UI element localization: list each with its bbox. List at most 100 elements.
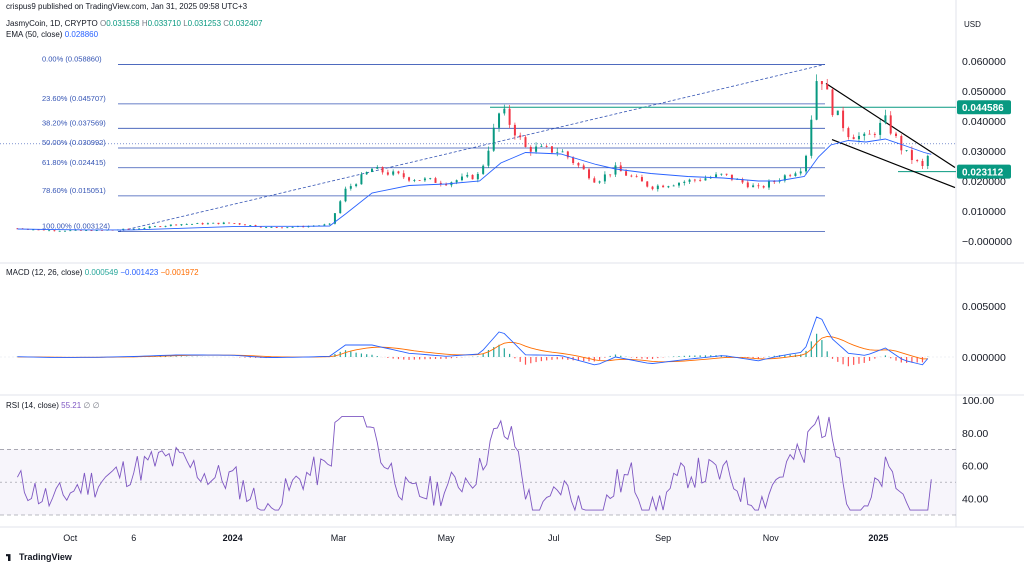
time-tick-label: Mar [331, 533, 347, 543]
price-tick-label: 0.060000 [962, 56, 1006, 68]
candle-body [63, 230, 66, 232]
candle-body [503, 108, 506, 114]
macd-histogram-bar [429, 357, 431, 360]
time-tick-label: Jul [548, 533, 560, 543]
candle-body [48, 230, 51, 232]
fibonacci-retracement: 0.00% (0.058860) 23.60% (0.045707) 38.20% … [0, 54, 956, 233]
macd-legend[interactable]: MACD (12, 26, close) 0.000549 −0.001423 … [6, 268, 199, 277]
candle-body [852, 137, 855, 140]
ema-series-line [17, 138, 932, 231]
macd-histogram-bar [646, 357, 648, 360]
candle-body [831, 89, 834, 116]
candle-body [524, 137, 527, 147]
fib-level-label: 38.20% (0.037569) [42, 118, 106, 127]
chart-canvas: 0.00% (0.058860) 23.60% (0.045707) 38.20% … [0, 0, 1024, 543]
fib-level-label: 78.60% (0.015051) [42, 186, 106, 195]
macd-histogram-bar [371, 354, 373, 357]
macd-histogram-bar [424, 357, 426, 360]
candle-body [455, 180, 458, 183]
macd-histogram-bar [164, 356, 167, 357]
candle-body [762, 186, 765, 188]
candle-body [556, 152, 559, 153]
candle-body [169, 224, 172, 226]
macd-signal-value: −0.001972 [160, 268, 199, 277]
price-tick-label: −0.000000 [962, 236, 1012, 248]
macd-histogram-bar [905, 357, 908, 363]
candle-body [794, 173, 797, 176]
candle-body [656, 185, 659, 190]
rsi-tick-label: 80.00 [962, 428, 988, 440]
candle-body [598, 181, 601, 183]
macd-histogram-bar [540, 357, 542, 362]
candle-body [434, 178, 437, 183]
rsi-extra: ∅ ∅ [83, 401, 100, 410]
candle-body [535, 146, 538, 152]
candle-body [159, 226, 162, 228]
macd-histogram-bar [921, 357, 924, 363]
candle-body [498, 113, 501, 128]
macd-histogram-bar [244, 357, 246, 358]
macd-histogram-bar [509, 353, 511, 357]
macd-histogram-bar [609, 355, 611, 357]
candle-body [577, 163, 580, 166]
candle-body [265, 227, 268, 228]
macd-histogram-bar [831, 357, 834, 359]
macd-histogram-bar [853, 357, 855, 365]
candle-body [635, 176, 638, 178]
rsi-tick-label: 60.00 [962, 461, 988, 473]
candle-body [212, 222, 215, 224]
candle-body [630, 175, 633, 177]
candle-body [466, 174, 469, 177]
macd-histogram-bar [837, 357, 839, 362]
candle-body [408, 177, 411, 181]
macd-histogram-bar [360, 353, 363, 357]
macd-histogram-bar [180, 356, 183, 357]
macd-histogram-bar [551, 357, 553, 360]
candle-body [646, 181, 649, 187]
candle-body [291, 226, 294, 228]
candle-body [789, 175, 792, 177]
macd-histogram-bar [450, 357, 452, 359]
candle-body [53, 230, 56, 232]
fib-level-label: 50.00% (0.030992) [42, 138, 106, 147]
macd-histogram-bar [604, 357, 606, 358]
candle-body [688, 179, 691, 182]
candle-body [460, 176, 463, 181]
symbol-name[interactable]: JasmyCoin, 1D, CRYPTO [6, 19, 98, 28]
time-tick-label: 2024 [223, 533, 243, 543]
candle-body [720, 173, 723, 175]
macd-histogram-bar [863, 357, 865, 363]
candle-body [820, 81, 823, 85]
candle-body [376, 167, 379, 169]
tradingview-logo[interactable]: TradingView [6, 552, 72, 562]
candle-body [69, 230, 72, 232]
candle-body [196, 223, 199, 224]
macd-histogram-bar [445, 357, 447, 359]
macd-histogram-bar [498, 344, 500, 357]
macd-histogram-bar [641, 357, 643, 359]
time-tick-label: 6 [131, 533, 136, 543]
candle-body [58, 230, 61, 232]
macd-histogram-bar [704, 355, 707, 357]
time-tick-label: 2025 [868, 533, 888, 543]
rsi-legend[interactable]: RSI (14, close) 55.21 ∅ ∅ [6, 401, 100, 410]
macd-histogram-bar [816, 333, 818, 357]
candle-body [360, 174, 363, 185]
macd-histogram-bar [651, 357, 654, 359]
candle-body [275, 227, 278, 228]
candle-body [757, 185, 760, 187]
ema-legend[interactable]: EMA (50, close) 0.028860 [6, 30, 98, 39]
candle-body [826, 84, 829, 90]
candle-body [614, 165, 617, 175]
candle-body [492, 127, 495, 151]
candle-body [863, 133, 866, 136]
candle-body [222, 222, 225, 225]
time-tick-label: May [438, 533, 456, 543]
candle-body [175, 224, 178, 226]
macd-histogram-bar [366, 354, 368, 357]
candle-body [513, 124, 516, 136]
candle-body [651, 186, 654, 190]
rsi-tick-label: 40.00 [962, 494, 988, 506]
candle-body [704, 178, 707, 181]
candlestick-series [16, 74, 929, 232]
